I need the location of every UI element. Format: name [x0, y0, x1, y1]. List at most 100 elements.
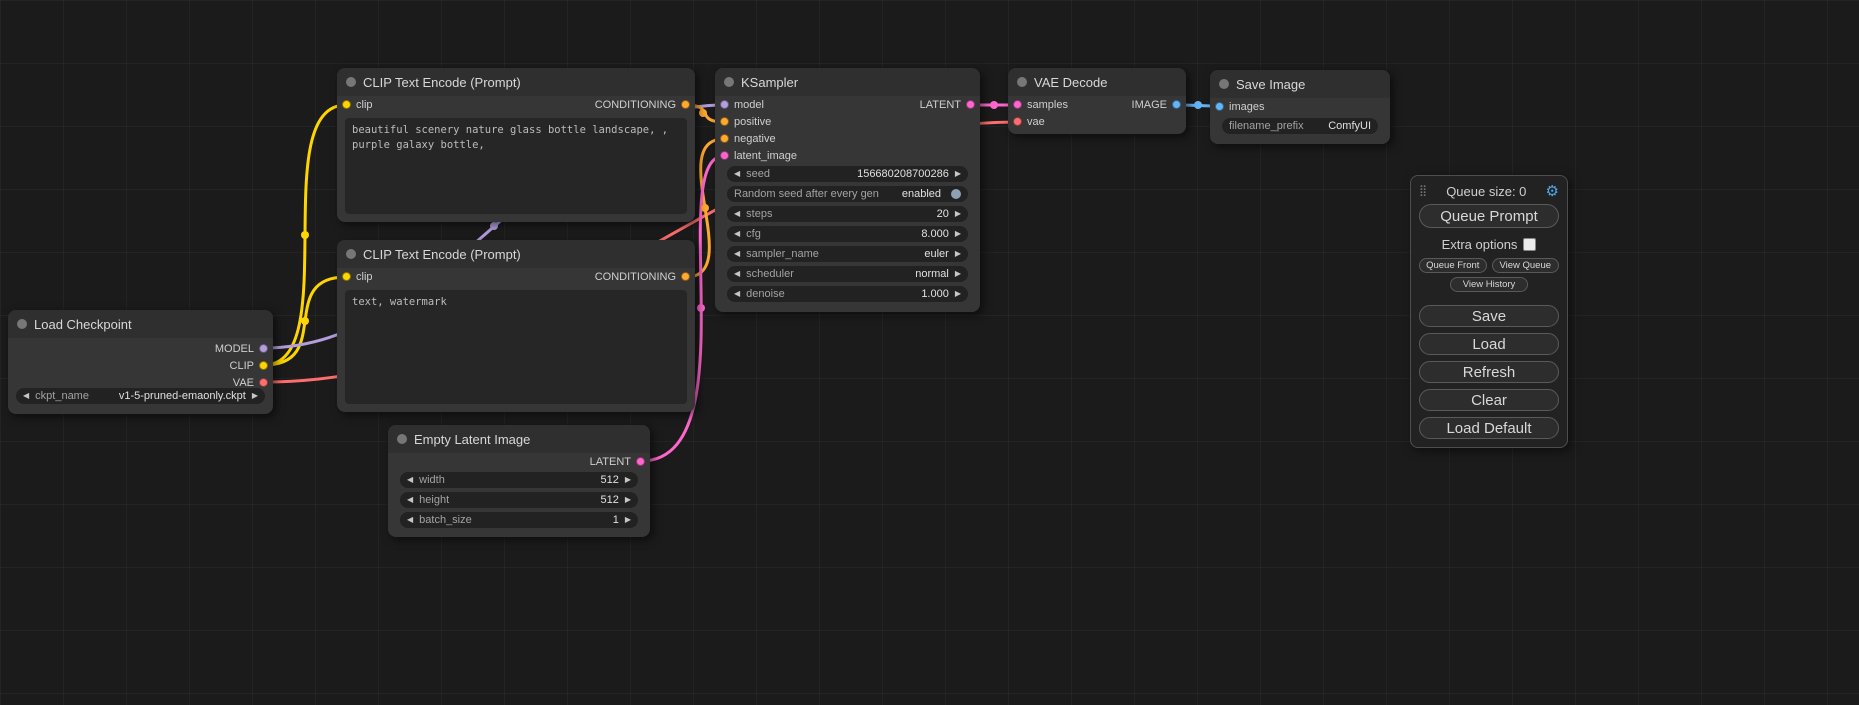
node-title-bar[interactable]: Load Checkpoint — [8, 310, 273, 338]
left-arrow-icon[interactable]: ◀ — [734, 170, 740, 178]
refresh-button[interactable]: Refresh — [1419, 361, 1559, 383]
left-arrow-icon[interactable]: ◀ — [734, 250, 740, 258]
view-queue-button[interactable]: View Queue — [1492, 258, 1560, 273]
node-title-bar[interactable]: Empty Latent Image — [388, 425, 650, 453]
right-arrow-icon[interactable]: ▶ — [955, 270, 961, 278]
left-arrow-icon[interactable]: ◀ — [407, 476, 413, 484]
toggle-indicator[interactable] — [951, 189, 961, 199]
node-title-bar[interactable]: CLIP Text Encode (Prompt) — [337, 240, 695, 268]
clear-button[interactable]: Clear — [1419, 389, 1559, 411]
widget-height[interactable]: ◀ height 512 ▶ — [400, 492, 638, 508]
link-midpoint-dot — [701, 204, 709, 212]
left-arrow-icon[interactable]: ◀ — [734, 290, 740, 298]
latent-port[interactable] — [636, 457, 645, 466]
output-slot-image[interactable]: IMAGE — [1132, 99, 1181, 111]
right-arrow-icon[interactable]: ▶ — [625, 476, 631, 484]
output-slot-latent[interactable]: LATENT — [388, 453, 650, 470]
load-button[interactable]: Load — [1419, 333, 1559, 355]
conditioning-port[interactable] — [681, 100, 690, 109]
model-port[interactable] — [259, 344, 268, 353]
queue-front-button[interactable]: Queue Front — [1419, 258, 1487, 273]
left-arrow-icon[interactable]: ◀ — [734, 230, 740, 238]
gear-icon[interactable]: ⚙ — [1546, 184, 1559, 199]
widget-name: scheduler — [746, 268, 794, 280]
node-save-image[interactable]: Save Image images filename_prefix ComfyU… — [1210, 70, 1390, 144]
node-title-bar[interactable]: CLIP Text Encode (Prompt) — [337, 68, 695, 96]
latent-port[interactable] — [1013, 100, 1022, 109]
node-title-bar[interactable]: VAE Decode — [1008, 68, 1186, 96]
widget-random-seed-toggle[interactable]: Random seed after every gen enabled — [727, 186, 968, 202]
output-slot-clip[interactable]: CLIP — [8, 357, 273, 374]
positive-prompt-textarea[interactable]: beautiful scenery nature glass bottle la… — [345, 118, 687, 214]
node-clip-text-encode-positive[interactable]: CLIP Text Encode (Prompt) clip CONDITION… — [337, 68, 695, 222]
node-load-checkpoint[interactable]: Load Checkpoint MODEL CLIP VAE ◀ ckpt_na… — [8, 310, 273, 414]
model-port[interactable] — [720, 100, 729, 109]
image-port[interactable] — [1215, 102, 1224, 111]
view-history-button[interactable]: View History — [1450, 277, 1528, 292]
node-empty-latent-image[interactable]: Empty Latent Image LATENT ◀ width 512 ▶ … — [388, 425, 650, 537]
drag-handle-icon[interactable]: ⣿ — [1419, 186, 1427, 197]
node-title: CLIP Text Encode (Prompt) — [363, 247, 521, 262]
input-slot-positive[interactable]: positive — [715, 113, 865, 130]
right-arrow-icon[interactable]: ▶ — [625, 516, 631, 524]
left-arrow-icon[interactable]: ◀ — [407, 516, 413, 524]
input-slot-clip[interactable]: clip — [342, 271, 373, 283]
left-arrow-icon[interactable]: ◀ — [407, 496, 413, 504]
queue-prompt-button[interactable]: Queue Prompt — [1419, 204, 1559, 228]
input-slot-model[interactable]: model — [715, 96, 865, 113]
vae-port[interactable] — [1013, 117, 1022, 126]
widget-seed[interactable]: ◀ seed 156680208700286 ▶ — [727, 166, 968, 182]
right-arrow-icon[interactable]: ▶ — [625, 496, 631, 504]
save-button[interactable]: Save — [1419, 305, 1559, 327]
widget-ckpt-name[interactable]: ◀ ckpt_name v1-5-pruned-emaonly.ckpt ▶ — [16, 388, 265, 404]
vae-port[interactable] — [259, 378, 268, 387]
widget-sampler-name[interactable]: ◀ sampler_name euler ▶ — [727, 246, 968, 262]
node-vae-decode[interactable]: VAE Decode samples IMAGE vae — [1008, 68, 1186, 134]
right-arrow-icon[interactable]: ▶ — [955, 170, 961, 178]
right-arrow-icon[interactable]: ▶ — [955, 210, 961, 218]
input-slot-vae[interactable]: vae — [1008, 113, 1186, 130]
right-arrow-icon[interactable]: ▶ — [955, 230, 961, 238]
widget-batch-size[interactable]: ◀ batch_size 1 ▶ — [400, 512, 638, 528]
left-arrow-icon[interactable]: ◀ — [734, 210, 740, 218]
node-ksampler[interactable]: KSampler model positive negative latent_… — [715, 68, 980, 312]
conditioning-port[interactable] — [720, 117, 729, 126]
input-slot-latent-image[interactable]: latent_image — [715, 147, 865, 164]
input-slot-samples[interactable]: samples — [1013, 99, 1068, 111]
slot-label: samples — [1027, 99, 1068, 111]
output-slot-latent[interactable]: LATENT — [870, 96, 980, 113]
extra-options-checkbox[interactable] — [1523, 238, 1536, 251]
output-slot-conditioning[interactable]: CONDITIONING — [595, 99, 690, 111]
image-port[interactable] — [1172, 100, 1181, 109]
slot-label: LATENT — [920, 99, 961, 111]
clip-port[interactable] — [342, 100, 351, 109]
clip-port[interactable] — [342, 272, 351, 281]
widget-width[interactable]: ◀ width 512 ▶ — [400, 472, 638, 488]
latent-port[interactable] — [966, 100, 975, 109]
widget-denoise[interactable]: ◀ denoise 1.000 ▶ — [727, 286, 968, 302]
right-arrow-icon[interactable]: ▶ — [955, 250, 961, 258]
slot-label: MODEL — [215, 343, 254, 355]
conditioning-port[interactable] — [681, 272, 690, 281]
right-arrow-icon[interactable]: ▶ — [955, 290, 961, 298]
output-slot-conditioning[interactable]: CONDITIONING — [595, 271, 690, 283]
node-clip-text-encode-negative[interactable]: CLIP Text Encode (Prompt) clip CONDITION… — [337, 240, 695, 412]
input-slot-clip[interactable]: clip — [342, 99, 373, 111]
widget-scheduler[interactable]: ◀ scheduler normal ▶ — [727, 266, 968, 282]
conditioning-port[interactable] — [720, 134, 729, 143]
output-slot-model[interactable]: MODEL — [8, 340, 273, 357]
input-slot-images[interactable]: images — [1210, 98, 1390, 115]
widget-steps[interactable]: ◀ steps 20 ▶ — [727, 206, 968, 222]
negative-prompt-textarea[interactable]: text, watermark — [345, 290, 687, 404]
input-slot-negative[interactable]: negative — [715, 130, 865, 147]
right-arrow-icon[interactable]: ▶ — [252, 392, 258, 400]
widget-filename-prefix[interactable]: filename_prefix ComfyUI — [1222, 118, 1378, 134]
node-title-bar[interactable]: Save Image — [1210, 70, 1390, 98]
left-arrow-icon[interactable]: ◀ — [23, 392, 29, 400]
latent-port[interactable] — [720, 151, 729, 160]
load-default-button[interactable]: Load Default — [1419, 417, 1559, 439]
clip-port[interactable] — [259, 361, 268, 370]
widget-cfg[interactable]: ◀ cfg 8.000 ▶ — [727, 226, 968, 242]
left-arrow-icon[interactable]: ◀ — [734, 270, 740, 278]
node-title-bar[interactable]: KSampler — [715, 68, 980, 96]
